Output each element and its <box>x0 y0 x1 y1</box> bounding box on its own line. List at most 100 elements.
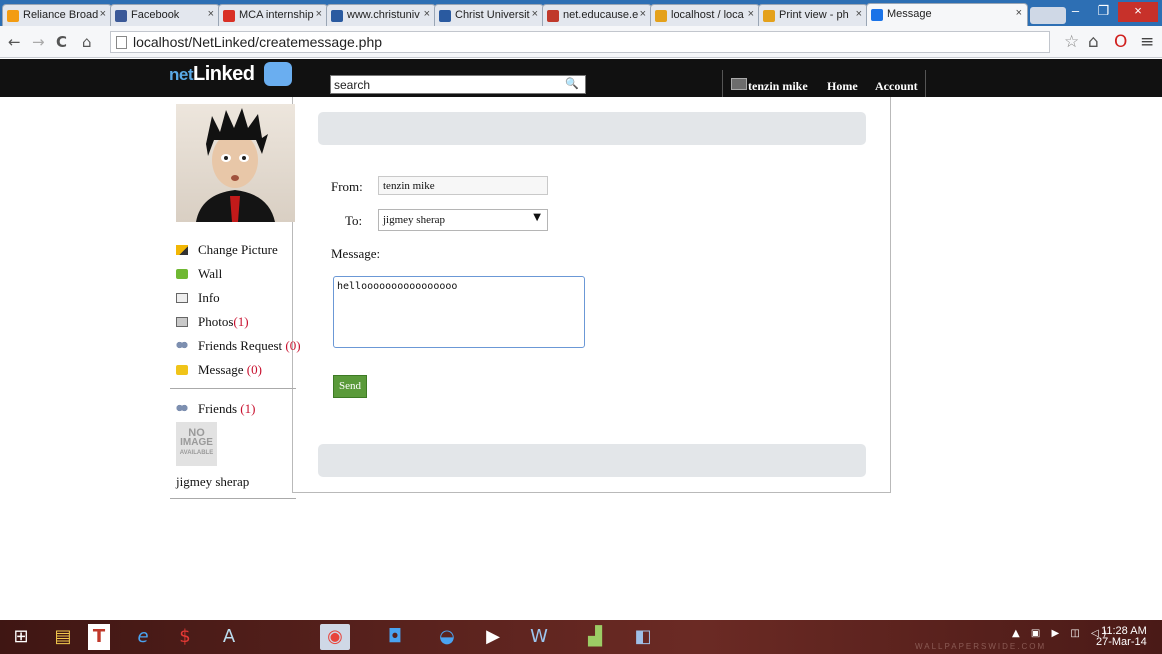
tab-title: Reliance Broad <box>23 9 99 21</box>
app-t-icon[interactable]: T <box>88 624 110 650</box>
pencil-icon <box>176 245 188 255</box>
a-app-icon[interactable]: A <box>214 624 244 650</box>
browser-tab[interactable]: Facebook × <box>110 4 220 26</box>
sidebar-friends[interactable]: Friends (1) <box>176 401 255 417</box>
search-icon[interactable]: 🔍 <box>565 77 579 90</box>
dropdown-arrow-icon: ▼ <box>533 212 541 223</box>
friend-no-image-thumbnail[interactable]: NO IMAGE AVAILABLE <box>176 422 217 466</box>
new-tab-button[interactable] <box>1030 7 1066 24</box>
home-icon[interactable]: ⌂ <box>82 33 92 51</box>
sidebar-item-label: Photos <box>198 314 234 329</box>
tab-close-icon[interactable]: × <box>208 8 214 20</box>
tab-close-icon[interactable]: × <box>316 8 322 20</box>
browser-tab[interactable]: localhost / loca × <box>650 4 760 26</box>
chrome-icon[interactable]: ◉ <box>320 624 350 650</box>
phpmyadmin-icon <box>763 10 775 22</box>
netlinked-logo[interactable]: netLinked <box>169 63 255 86</box>
user-link[interactable]: tenzin mike <box>748 79 808 94</box>
message-value: helloooooooooooooooo <box>337 281 458 292</box>
tab-title: localhost / loca <box>671 9 744 21</box>
sidebar-item-label: Change Picture <box>198 242 278 257</box>
message-textarea[interactable]: helloooooooooooooooo <box>333 276 585 348</box>
menu-icon[interactable]: ≡ <box>1140 32 1154 52</box>
photos-count: (1) <box>233 314 249 329</box>
back-arrow-icon[interactable]: ← <box>8 33 21 51</box>
money-app-icon[interactable]: $ <box>170 624 200 650</box>
internet-explorer-icon[interactable]: e <box>128 624 158 650</box>
sidebar-item-wall[interactable]: Wall <box>176 266 222 282</box>
home-link[interactable]: Home <box>827 79 858 94</box>
notes-app-icon[interactable]: ◧ <box>628 624 658 650</box>
sidebar-divider-bottom <box>170 498 296 499</box>
to-select[interactable]: jigmey sherap ▼ <box>378 209 548 231</box>
to-label: To: <box>345 213 363 228</box>
send-button[interactable]: Send <box>333 375 367 398</box>
from-value: tenzin mike <box>383 180 435 192</box>
sidebar-item-friends-request[interactable]: Friends Request (0) <box>176 338 301 354</box>
browser-tab[interactable]: Message × <box>866 3 1028 26</box>
word-icon[interactable]: W <box>524 624 554 650</box>
browser-app-icon[interactable]: ◒ <box>432 624 462 650</box>
logo-square-icon <box>264 62 292 86</box>
tab-close-icon[interactable]: × <box>424 8 430 20</box>
browser-tab-strip: Reliance Broad × Facebook × MCA internship × w… <box>0 0 1162 26</box>
sidebar-item-info[interactable]: Info <box>176 290 220 306</box>
reload-icon[interactable]: C <box>56 33 67 51</box>
browser-tab[interactable]: Print view - ph × <box>758 4 868 26</box>
forward-arrow-icon[interactable]: → <box>32 33 45 51</box>
message-label: Message: <box>331 246 381 261</box>
tab-title: Christ Universit <box>455 9 530 21</box>
tab-close-icon[interactable]: × <box>532 8 538 20</box>
photos-icon <box>176 317 188 327</box>
browser-tab[interactable]: net.educause.e × <box>542 4 652 26</box>
tab-close-icon[interactable]: × <box>640 8 646 20</box>
friends-count: (1) <box>240 401 256 416</box>
message-icon <box>176 365 188 375</box>
chart-app-icon[interactable]: ▟ <box>580 624 610 650</box>
minimize-button[interactable]: – <box>1062 2 1089 22</box>
logo-main: Linked <box>193 63 255 85</box>
user-avatar <box>731 78 747 90</box>
sidebar-item-change-picture[interactable]: Change Picture <box>176 242 278 258</box>
sidebar-item-label: Wall <box>198 266 223 281</box>
address-toolbar: ← → C ⌂ localhost/NetLinked/createmessag… <box>0 26 1162 58</box>
taskbar-clock[interactable]: 11:28 AM 27-Mar-14 <box>1096 626 1147 648</box>
phpmyadmin-icon <box>655 10 667 22</box>
friend-name: jigmey sherap <box>176 474 250 489</box>
browser-tab[interactable]: Reliance Broad × <box>2 4 112 26</box>
christ-icon <box>439 10 451 22</box>
account-link[interactable]: Account <box>875 79 918 94</box>
browser-tab[interactable]: Christ Universit × <box>434 4 544 26</box>
tab-close-icon[interactable]: × <box>748 8 754 20</box>
friends-label: Friends <box>198 401 241 416</box>
search-input[interactable]: search 🔍 <box>330 75 586 94</box>
url-field[interactable]: localhost/NetLinked/createmessage.php <box>110 31 1050 53</box>
from-label: From: <box>331 179 363 194</box>
opera-icon[interactable]: O <box>1114 32 1127 52</box>
video-player-icon[interactable]: ▶ <box>478 624 508 650</box>
extension-icon[interactable]: ⌂ <box>1088 32 1099 52</box>
friend-name-link[interactable]: jigmey sherap <box>176 474 249 490</box>
windows-start-icon[interactable]: ⊞ <box>6 624 36 650</box>
media-app-icon[interactable]: ◘ <box>380 624 410 650</box>
tab-title: net.educause.e <box>563 9 639 21</box>
browser-tab[interactable]: www.christuniv × <box>326 4 436 26</box>
sidebar-item-photos[interactable]: Photos(1) <box>176 314 249 330</box>
netlinked-icon <box>871 9 883 21</box>
star-icon[interactable]: ☆ <box>1064 32 1079 52</box>
browser-tab[interactable]: MCA internship × <box>218 4 328 26</box>
sidebar-item-label: Message <box>198 362 247 377</box>
noimg-line-3: AVAILABLE <box>179 450 214 456</box>
clock-date: 27-Mar-14 <box>1096 636 1147 648</box>
tab-close-icon[interactable]: × <box>1016 7 1022 19</box>
sidebar-item-label: Info <box>198 290 220 305</box>
sidebar-divider <box>170 388 296 389</box>
top-banner-bar <box>318 112 866 145</box>
sidebar-item-message[interactable]: Message (0) <box>176 362 262 378</box>
close-window-button[interactable]: × <box>1118 2 1158 22</box>
tab-close-icon[interactable]: × <box>100 8 106 20</box>
tab-close-icon[interactable]: × <box>856 8 862 20</box>
maximize-button[interactable]: ❐ <box>1090 2 1117 22</box>
from-field[interactable]: tenzin mike <box>378 176 548 195</box>
file-explorer-icon[interactable]: ▤ <box>48 624 78 650</box>
